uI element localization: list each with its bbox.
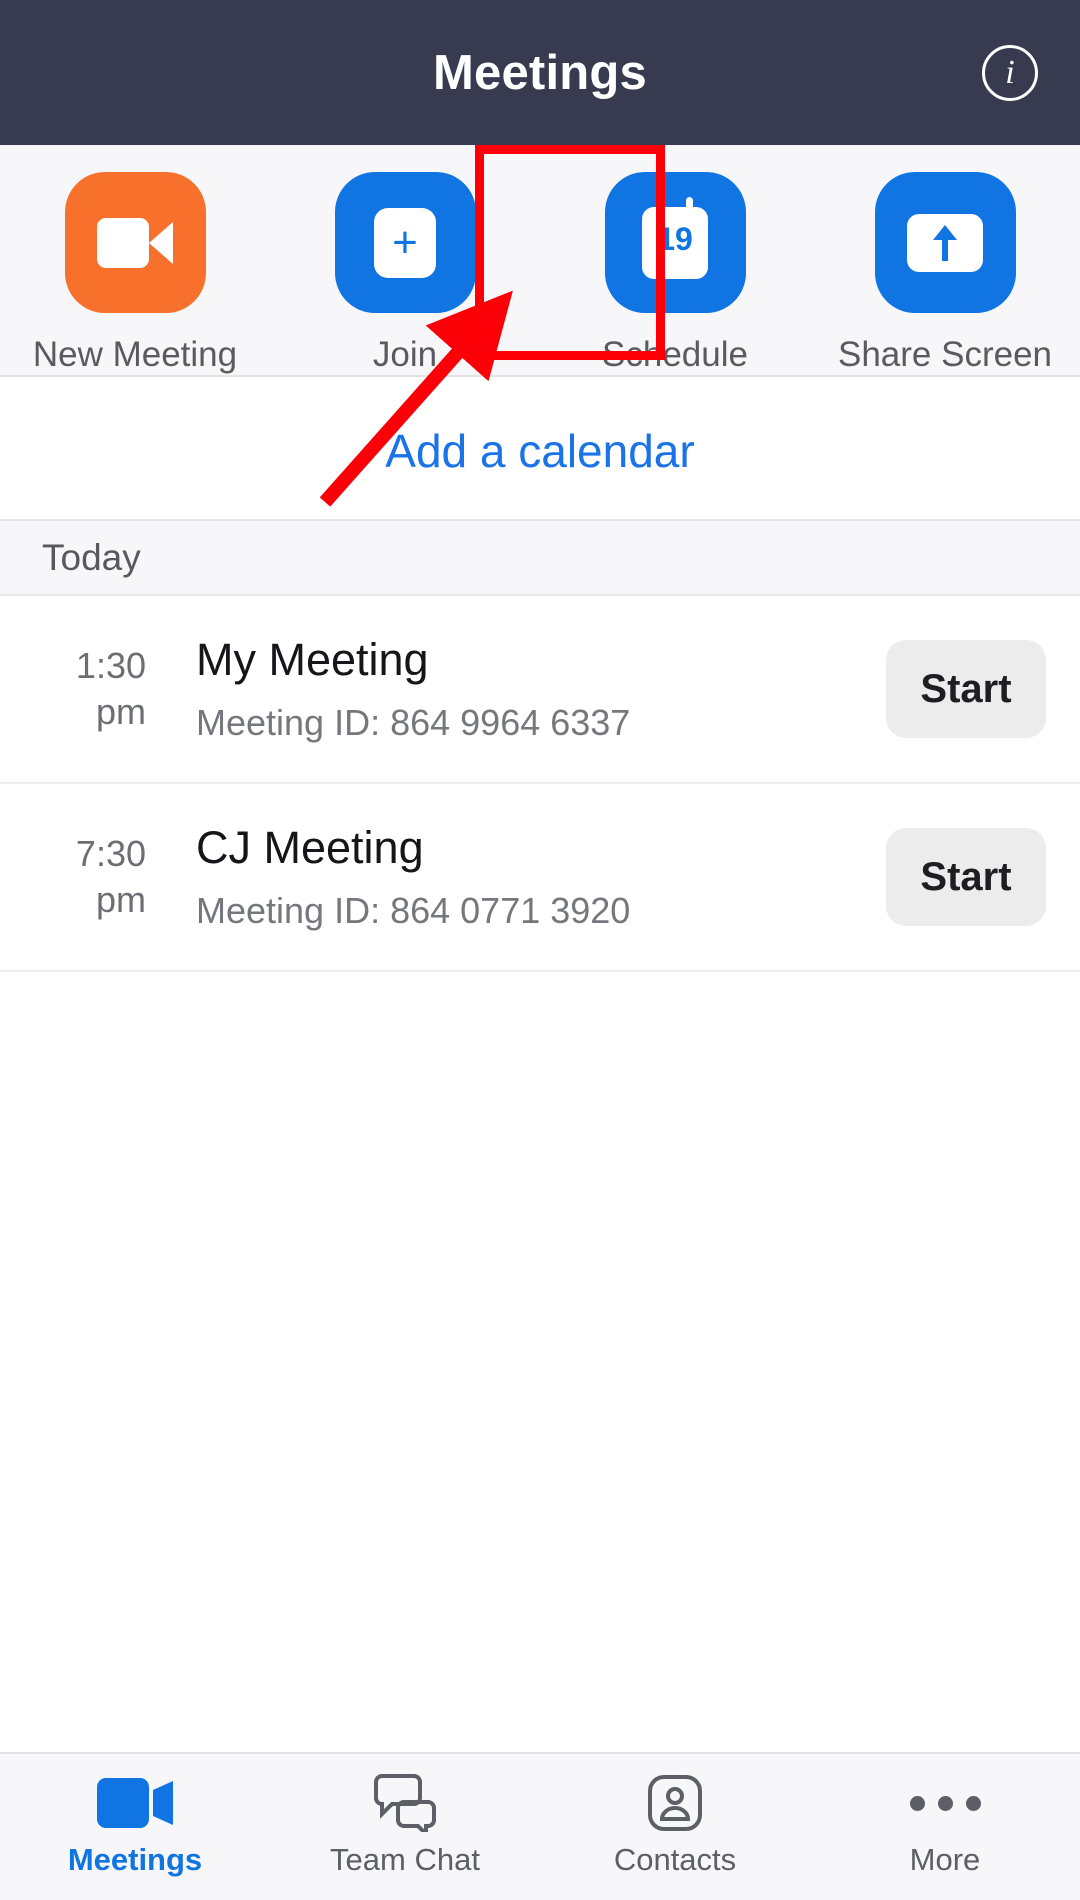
annotation-arrow-icon [295, 277, 555, 517]
table-row[interactable]: 1:30 pm My Meeting Meeting ID: 864 9964 … [0, 596, 1080, 784]
info-icon[interactable]: i [982, 45, 1038, 101]
person-card-icon [647, 1776, 703, 1830]
annotation-area: Add a calendar [0, 377, 1080, 519]
meeting-details: My Meeting Meeting ID: 864 9964 6337 [170, 634, 886, 744]
schedule-tile: 19 [605, 172, 746, 313]
tab-label-meetings: Meetings [68, 1842, 202, 1878]
table-row[interactable]: 7:30 pm CJ Meeting Meeting ID: 864 0771 … [0, 784, 1080, 972]
tab-team-chat[interactable]: Team Chat [270, 1754, 540, 1900]
ellipsis-icon [910, 1776, 981, 1830]
tab-label-contacts: Contacts [614, 1842, 736, 1878]
section-header-label: Today [42, 537, 141, 579]
zoom-meetings-screen: Meetings i New Meeting + Join [0, 0, 1080, 1900]
meeting-time: 7:30 pm [0, 831, 170, 923]
meeting-time-period: pm [0, 877, 146, 923]
meeting-time-hour: 1:30 [0, 643, 146, 689]
plus-icon: + [374, 208, 436, 278]
empty-content-area [0, 972, 1080, 1752]
calendar-day-number: 19 [657, 221, 693, 258]
tab-contacts[interactable]: Contacts [540, 1754, 810, 1900]
schedule-button[interactable]: 19 Schedule [540, 172, 810, 375]
start-button[interactable]: Start [886, 828, 1046, 926]
tab-more[interactable]: More [810, 1754, 1080, 1900]
share-arrow-up-icon [907, 214, 983, 272]
meeting-details: CJ Meeting Meeting ID: 864 0771 3920 [170, 822, 886, 932]
meeting-title: CJ Meeting [196, 822, 886, 874]
new-meeting-button[interactable]: New Meeting [0, 172, 270, 375]
schedule-label: Schedule [602, 335, 748, 375]
video-camera-icon [97, 1776, 173, 1830]
bottom-tab-bar: Meetings Team Chat Contacts [0, 1752, 1080, 1900]
video-camera-icon [97, 218, 173, 268]
page-title: Meetings [433, 45, 647, 101]
share-screen-label: Share Screen [838, 335, 1052, 375]
share-screen-button[interactable]: Share Screen [810, 172, 1080, 375]
app-header: Meetings i [0, 0, 1080, 145]
section-header-today: Today [0, 519, 1080, 596]
meeting-title: My Meeting [196, 634, 886, 686]
tab-label-more: More [910, 1842, 981, 1878]
meeting-id: Meeting ID: 864 0771 3920 [196, 890, 886, 932]
meeting-time: 1:30 pm [0, 643, 170, 735]
meeting-time-period: pm [0, 689, 146, 735]
calendar-icon: 19 [642, 207, 708, 279]
tab-meetings[interactable]: Meetings [0, 1754, 270, 1900]
new-meeting-label: New Meeting [33, 335, 237, 375]
chat-bubbles-icon [372, 1776, 438, 1830]
meeting-time-hour: 7:30 [0, 831, 146, 877]
meeting-id: Meeting ID: 864 9964 6337 [196, 702, 886, 744]
new-meeting-tile [65, 172, 206, 313]
meeting-list: 1:30 pm My Meeting Meeting ID: 864 9964 … [0, 596, 1080, 972]
calendar-rings [642, 197, 708, 217]
share-screen-tile [875, 172, 1016, 313]
start-button[interactable]: Start [886, 640, 1046, 738]
tab-label-team-chat: Team Chat [330, 1842, 480, 1878]
